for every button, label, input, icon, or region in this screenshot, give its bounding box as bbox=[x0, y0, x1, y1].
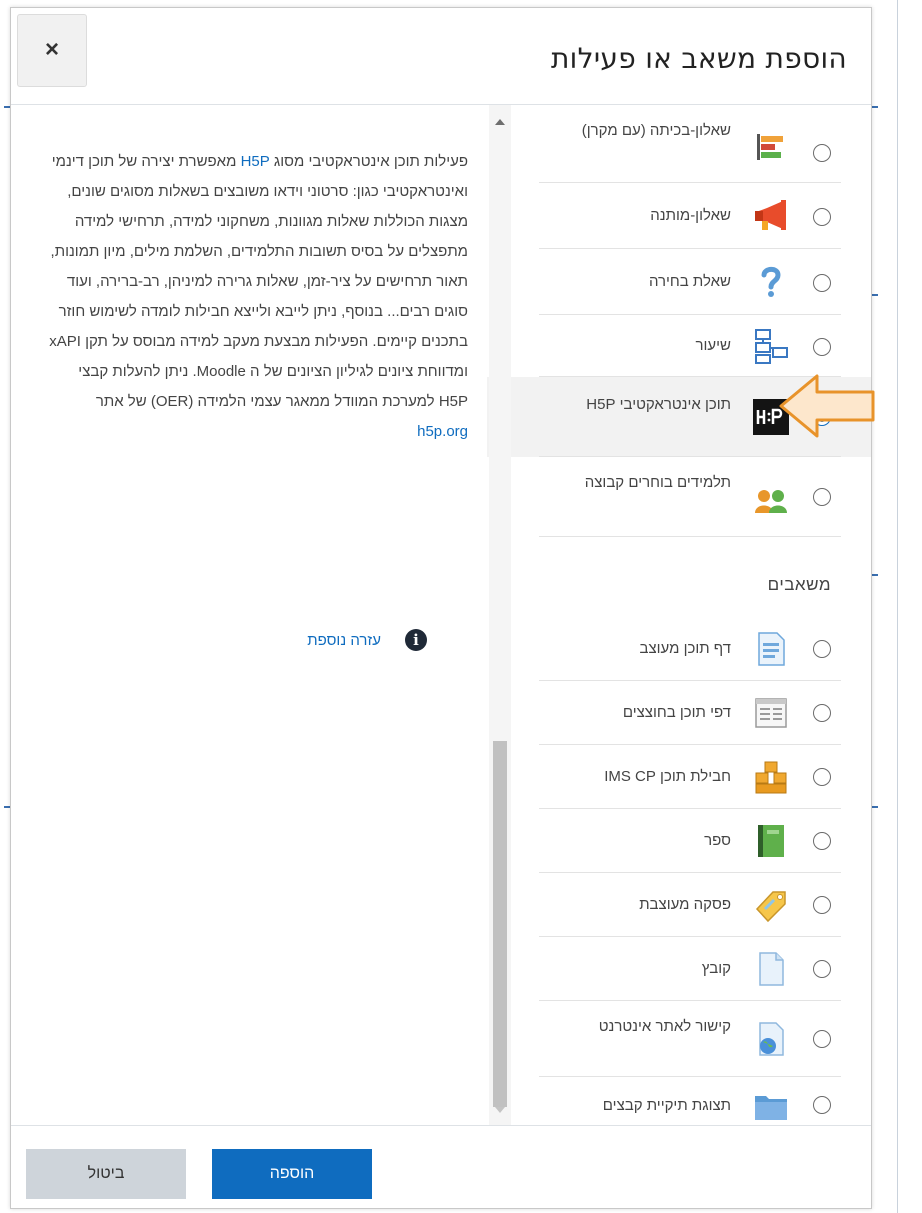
radio-button[interactable] bbox=[813, 640, 831, 658]
radio-button[interactable] bbox=[813, 208, 831, 226]
pointer-arrow-icon bbox=[779, 374, 875, 438]
radio-button[interactable] bbox=[813, 1096, 831, 1114]
option-label: ספר bbox=[704, 832, 731, 849]
option-label: שאלון-מותנה bbox=[650, 207, 731, 224]
more-help-link[interactable]: עזרה נוספת bbox=[307, 632, 381, 649]
backdrop-right-border bbox=[897, 0, 898, 1213]
scroll-thumb[interactable] bbox=[493, 741, 507, 1107]
radio-button[interactable] bbox=[813, 488, 831, 506]
in-class-poll-icon bbox=[753, 129, 789, 165]
option-label: שאלון-בכיתה (עם מקרן) bbox=[581, 122, 731, 139]
h5p-link[interactable]: H5P bbox=[241, 153, 270, 170]
help-text-part: פעילות תוכן אינטראקטיבי מסוג bbox=[269, 153, 468, 170]
file-icon bbox=[753, 951, 789, 987]
option-label: פסקה מעוצבת bbox=[639, 896, 731, 913]
option-label: חבילת תוכן IMS CP bbox=[604, 768, 731, 785]
book-icon bbox=[753, 823, 789, 859]
scroll-down-arrow-icon[interactable] bbox=[495, 1107, 505, 1113]
cancel-button[interactable]: ביטול bbox=[26, 1149, 186, 1199]
group-choice-icon bbox=[753, 481, 789, 517]
option-book[interactable]: ספר bbox=[487, 809, 871, 873]
help-pane: פעילות תוכן אינטראקטיבי מסוג H5P מאפשרת … bbox=[11, 105, 489, 1125]
help-description: פעילות תוכן אינטראקטיבי מסוג H5P מאפשרת … bbox=[48, 147, 468, 447]
radio-button[interactable] bbox=[813, 832, 831, 850]
backdrop-marker bbox=[872, 294, 878, 296]
folder-icon bbox=[753, 1088, 789, 1124]
radio-button[interactable] bbox=[813, 144, 831, 162]
backdrop-marker bbox=[872, 574, 878, 576]
option-label: קישור לאתר אינטרנט bbox=[598, 1018, 731, 1035]
help-text-part: מאפשרת יצירה של תוכן דינמי ואינטראקטיבי … bbox=[49, 153, 468, 410]
option-file[interactable]: קובץ bbox=[487, 937, 871, 1001]
option-tabbed-pages[interactable]: דפי תוכן בחוצצים bbox=[487, 681, 871, 745]
radio-button[interactable] bbox=[813, 1030, 831, 1048]
option-label: דפי תוכן בחוצצים bbox=[622, 704, 731, 721]
option-in-class-poll[interactable]: שאלון-בכיתה (עם מקרן) bbox=[487, 105, 871, 183]
close-button[interactable]: × bbox=[17, 14, 87, 87]
option-label: שאלת בחירה bbox=[648, 273, 731, 290]
lesson-flowchart-icon bbox=[753, 328, 789, 364]
option-feedback[interactable]: שאלון-מותנה bbox=[487, 183, 871, 249]
dialog-title: הוספת משאב או פעילות bbox=[550, 42, 847, 75]
h5p-org-link[interactable]: h5p.org bbox=[417, 423, 468, 440]
option-label: דף תוכן מעוצב bbox=[639, 640, 731, 657]
option-label: תוכן אינטראקטיבי H5P bbox=[586, 396, 731, 413]
tabbed-pages-icon bbox=[753, 695, 789, 731]
ims-package-icon bbox=[753, 759, 789, 795]
page-icon bbox=[753, 631, 789, 667]
radio-button[interactable] bbox=[813, 896, 831, 914]
option-ims-package[interactable]: חבילת תוכן IMS CP bbox=[487, 745, 871, 809]
option-url[interactable]: קישור לאתר אינטרנט bbox=[487, 1001, 871, 1077]
label-tag-icon bbox=[753, 887, 789, 923]
dialog-header: הוספת משאב או פעילות × bbox=[11, 8, 871, 105]
radio-button[interactable] bbox=[813, 960, 831, 978]
backdrop-marker bbox=[872, 806, 878, 808]
option-label: תצוגת תיקיית קבצים bbox=[602, 1097, 731, 1114]
radio-button[interactable] bbox=[813, 768, 831, 786]
add-button[interactable]: הוספה bbox=[212, 1149, 372, 1199]
add-activity-dialog: הוספת משאב או פעילות × שאלון-בכיתה (עם מ… bbox=[10, 7, 872, 1209]
resources-heading: משאבים bbox=[767, 575, 831, 594]
option-label: תלמידים בוחרים קבוצה bbox=[584, 474, 731, 491]
info-icon: i bbox=[405, 629, 427, 651]
options-scrollbar[interactable] bbox=[489, 105, 511, 1125]
radio-button[interactable] bbox=[813, 274, 831, 292]
option-lesson[interactable]: שיעור bbox=[487, 315, 871, 377]
option-label-resource[interactable]: פסקה מעוצבת bbox=[487, 873, 871, 937]
option-label: קובץ bbox=[701, 960, 731, 977]
dialog-body: שאלון-בכיתה (עם מקרן) שאלון-מותנה שאלת ב… bbox=[11, 105, 871, 1125]
question-mark-icon bbox=[753, 263, 789, 299]
radio-button[interactable] bbox=[813, 338, 831, 356]
option-choice[interactable]: שאלת בחירה bbox=[487, 249, 871, 315]
option-label: שיעור bbox=[695, 337, 732, 354]
option-folder[interactable]: תצוגת תיקיית קבצים bbox=[487, 1077, 871, 1125]
scroll-up-arrow-icon[interactable] bbox=[495, 119, 505, 125]
megaphone-icon bbox=[753, 198, 789, 234]
more-help[interactable]: i עזרה נוספת bbox=[307, 625, 427, 655]
radio-button[interactable] bbox=[813, 704, 831, 722]
option-page[interactable]: דף תוכן מעוצב bbox=[487, 617, 871, 681]
dialog-footer: ביטול הוספה bbox=[11, 1125, 871, 1210]
options-list[interactable]: שאלון-בכיתה (עם מקרן) שאלון-מותנה שאלת ב… bbox=[487, 105, 871, 1125]
option-group-choice[interactable]: תלמידים בוחרים קבוצה bbox=[487, 457, 871, 537]
url-globe-icon bbox=[753, 1021, 789, 1057]
backdrop-marker bbox=[872, 106, 878, 108]
